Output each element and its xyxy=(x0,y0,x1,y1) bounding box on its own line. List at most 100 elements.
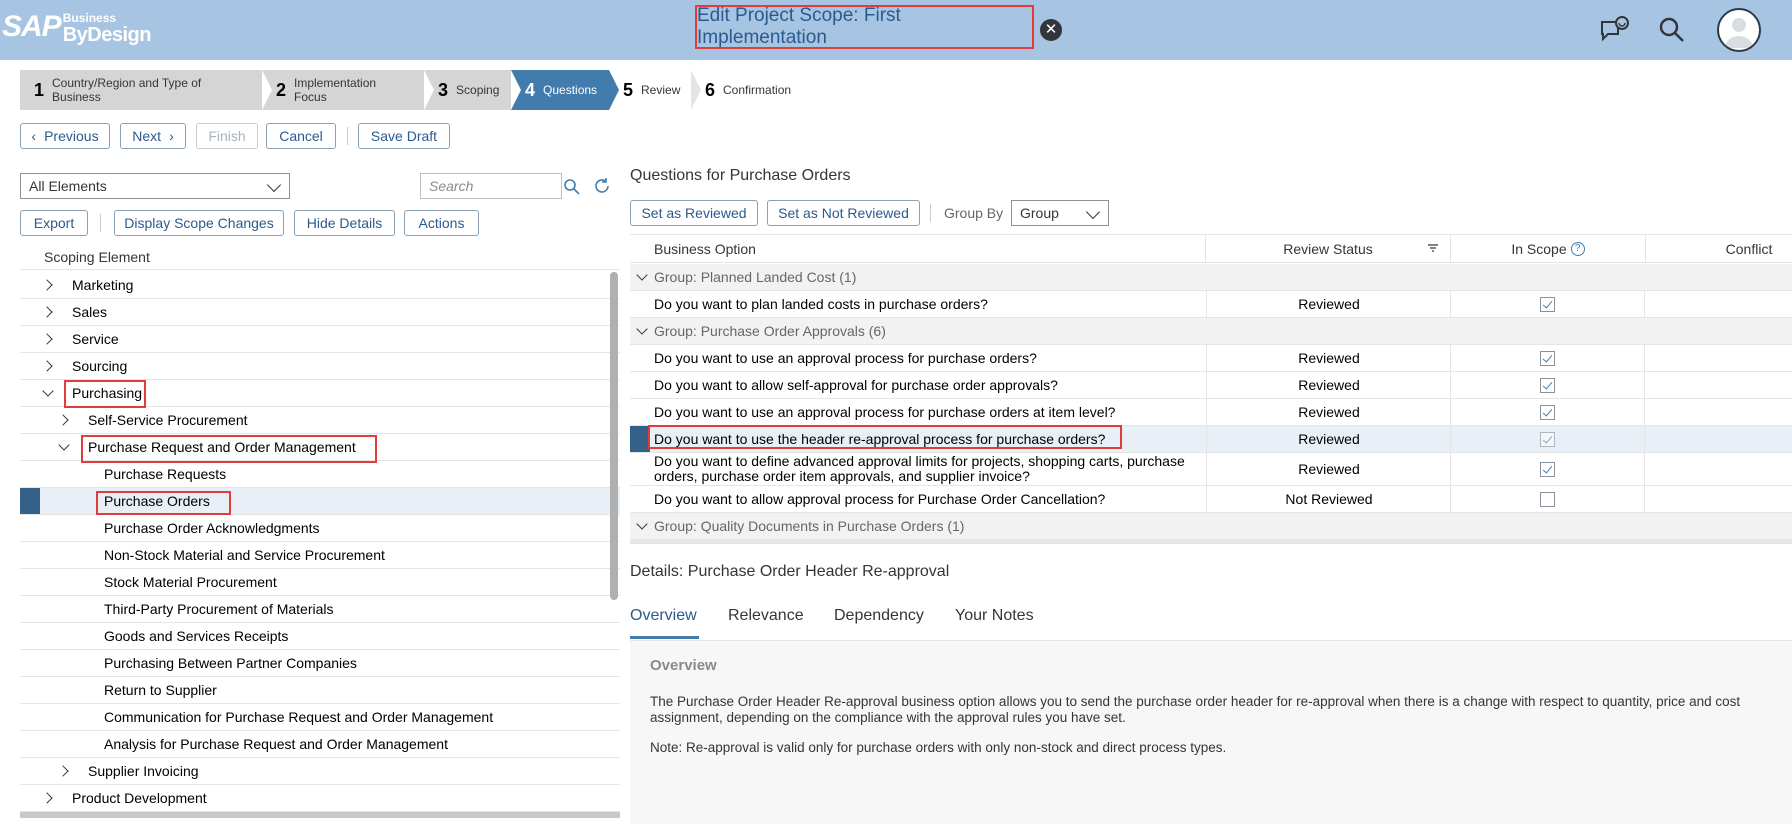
tree-item-communication[interactable]: Communication for Purchase Request and O… xyxy=(20,704,620,731)
toolbar-separator xyxy=(930,204,931,222)
details-tabs: Overview Relevance Dependency Your Notes xyxy=(630,603,1792,641)
tree-item-third-party-procurement[interactable]: Third-Party Procurement of Materials xyxy=(20,596,620,623)
finish-button[interactable]: Finish xyxy=(196,123,258,149)
chevron-right-icon[interactable] xyxy=(41,306,53,318)
chevron-right-icon[interactable] xyxy=(57,414,69,426)
display-scope-changes-button[interactable]: Display Scope Changes xyxy=(114,210,284,236)
chevron-left-icon: ‹ xyxy=(31,128,37,144)
overview-panel xyxy=(630,641,1792,824)
roadmap-step-5[interactable]: 5 Review xyxy=(609,70,701,110)
chevron-right-icon[interactable] xyxy=(57,765,69,777)
tree-item-goods-services-receipts[interactable]: Goods and Services Receipts xyxy=(20,623,620,650)
set-as-not-reviewed-button[interactable]: Set as Not Reviewed xyxy=(767,200,920,226)
tree-item-analysis[interactable]: Analysis for Purchase Request and Order … xyxy=(20,731,620,758)
selection-marker xyxy=(630,426,650,452)
tree-scrollbar[interactable] xyxy=(610,272,618,600)
in-scope-checkbox[interactable] xyxy=(1540,350,1555,366)
column-conflict[interactable]: Conflict xyxy=(1646,235,1792,263)
tree-item-purchase-order-acknowledgments[interactable]: Purchase Order Acknowledgments xyxy=(20,515,620,542)
chevron-right-icon[interactable] xyxy=(41,333,53,345)
in-scope-checkbox[interactable] xyxy=(1540,377,1555,393)
hide-details-button[interactable]: Hide Details xyxy=(294,210,395,236)
in-scope-checkbox[interactable] xyxy=(1540,491,1555,507)
tree-item-stock-material[interactable]: Stock Material Procurement xyxy=(20,569,620,596)
user-avatar[interactable] xyxy=(1717,8,1761,52)
review-status: Not Reviewed xyxy=(1206,486,1451,512)
tree-item-purchasing-between-partners[interactable]: Purchasing Between Partner Companies xyxy=(20,650,620,677)
question-row[interactable]: Do you want to plan landed costs in purc… xyxy=(630,291,1792,318)
cancel-button[interactable]: Cancel xyxy=(266,123,336,149)
column-business-option[interactable]: Business Option xyxy=(630,235,1206,263)
group-row-planned-landed-cost[interactable]: Group: Planned Landed Cost (1) xyxy=(630,264,1792,291)
chevron-down-icon[interactable] xyxy=(42,385,54,397)
details-title: Details: Purchase Order Header Re-approv… xyxy=(630,563,950,580)
step-label: Confirmation xyxy=(723,83,792,97)
in-scope-checkbox[interactable] xyxy=(1540,431,1555,447)
tree-item-return-to-supplier[interactable]: Return to Supplier xyxy=(20,677,620,704)
overview-heading: Overview xyxy=(650,657,717,674)
group-row-quality-documents[interactable]: Group: Quality Documents in Purchase Ord… xyxy=(630,513,1792,540)
chevron-down-icon[interactable] xyxy=(58,439,70,451)
chevron-down-icon[interactable] xyxy=(636,323,648,335)
tree-item-purchase-requests[interactable]: Purchase Requests xyxy=(20,461,620,488)
tab-your-notes[interactable]: Your Notes xyxy=(955,607,1034,625)
group-by-select[interactable]: Group xyxy=(1011,200,1109,226)
help-icon[interactable]: ? xyxy=(1570,242,1585,256)
feedback-icon[interactable] xyxy=(1598,14,1630,46)
question-row[interactable]: Do you want to use an approval process f… xyxy=(630,399,1792,426)
table-scrollbar[interactable] xyxy=(630,540,1792,544)
tab-relevance[interactable]: Relevance xyxy=(728,607,804,625)
set-as-reviewed-button[interactable]: Set as Reviewed xyxy=(630,200,758,226)
tree-item-sales[interactable]: Sales xyxy=(20,299,620,326)
previous-button[interactable]: ‹ Previous xyxy=(20,123,110,149)
chevron-right-icon[interactable] xyxy=(41,792,53,804)
element-filter-select[interactable]: All Elements xyxy=(20,173,290,199)
filter-value: All Elements xyxy=(29,178,107,194)
export-button[interactable]: Export xyxy=(20,210,88,236)
search-icon[interactable] xyxy=(563,178,581,196)
tree-item-supplier-invoicing[interactable]: Supplier Invoicing xyxy=(20,758,620,785)
roadmap-step-3[interactable]: 3 Scoping xyxy=(424,70,521,110)
in-scope-checkbox[interactable] xyxy=(1540,296,1555,312)
step-number: 1 xyxy=(34,79,45,100)
questions-title: Questions for Purchase Orders xyxy=(630,167,851,184)
in-scope-checkbox[interactable] xyxy=(1540,461,1555,477)
next-button[interactable]: Next › xyxy=(120,123,186,149)
chevron-down-icon[interactable] xyxy=(636,269,648,281)
chevron-right-icon[interactable] xyxy=(41,360,53,372)
filter-icon[interactable] xyxy=(1428,244,1438,254)
question-row[interactable]: Do you want to use an approval process f… xyxy=(630,345,1792,372)
question-row[interactable]: Do you want to allow approval process fo… xyxy=(630,486,1792,513)
tree-item-service[interactable]: Service xyxy=(20,326,620,353)
logo-business-text: Business xyxy=(62,11,117,25)
tab-dependency[interactable]: Dependency xyxy=(834,607,924,625)
question-row[interactable]: Do you want to allow self-approval for p… xyxy=(630,372,1792,399)
close-icon[interactable]: ✕ xyxy=(1040,19,1062,41)
tree-horizontal-scrollbar[interactable] xyxy=(20,812,620,818)
in-scope-checkbox[interactable] xyxy=(1540,404,1555,420)
chevron-right-icon: › xyxy=(169,128,174,144)
roadmap-step-4[interactable]: 4 Questions xyxy=(511,70,619,110)
question-row[interactable]: Do you want to define advanced approval … xyxy=(630,453,1792,486)
overview-note: Note: Re-approval is valid only for purc… xyxy=(650,740,1227,755)
tab-overview[interactable]: Overview xyxy=(630,607,697,625)
tree-item-non-stock-material[interactable]: Non-Stock Material and Service Procureme… xyxy=(20,542,620,569)
save-draft-button[interactable]: Save Draft xyxy=(358,123,450,149)
roadmap-step-1[interactable]: 1 Country/Region and Type of Business xyxy=(20,70,272,110)
tree-item-sourcing[interactable]: Sourcing xyxy=(20,353,620,380)
group-row-purchase-order-approvals[interactable]: Group: Purchase Order Approvals (6) xyxy=(630,318,1792,345)
search-icon[interactable] xyxy=(1656,14,1688,46)
chevron-down-icon[interactable] xyxy=(636,518,648,530)
sap-logo[interactable]: SAP Business ByDesign xyxy=(2,12,151,48)
column-in-scope[interactable]: In Scope ? xyxy=(1451,235,1646,263)
tree-item-marketing[interactable]: Marketing xyxy=(20,272,620,299)
refresh-icon[interactable] xyxy=(592,176,612,196)
tree-item-product-development[interactable]: Product Development xyxy=(20,785,620,812)
actions-button[interactable]: Actions xyxy=(404,210,479,236)
tree-item-self-service-procurement[interactable]: Self-Service Procurement xyxy=(20,407,620,434)
roadmap-step-6[interactable]: 6 Confirmation xyxy=(691,70,811,110)
chevron-right-icon[interactable] xyxy=(41,279,53,291)
roadmap-step-2[interactable]: 2 Implementation Focus xyxy=(262,70,434,110)
column-review-status[interactable]: Review Status xyxy=(1206,235,1451,263)
tree-search-input[interactable]: Search xyxy=(420,173,580,199)
